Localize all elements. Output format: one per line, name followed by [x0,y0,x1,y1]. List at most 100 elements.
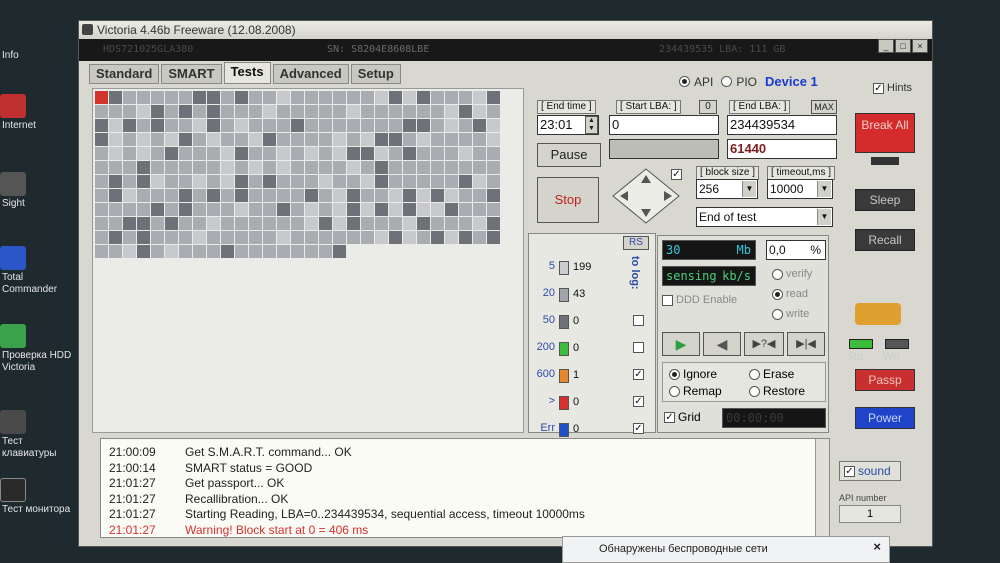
block-cell [249,245,262,258]
sound-checkbox[interactable]: ✓ [844,465,855,477]
to-log-checkbox[interactable]: ✓ [633,423,644,434]
reset-stats-button[interactable]: RS [623,236,649,250]
sleep-button[interactable]: Sleep [855,189,915,211]
end-lba-field[interactable]: 234439534 [727,115,837,135]
percent-value: 0,0 [769,243,786,257]
to-log-checkbox[interactable]: ✓ [633,369,644,380]
remap-radio[interactable] [669,385,680,397]
hints-toggle[interactable]: ✓ Hints [873,82,912,94]
verify-radio[interactable] [772,268,783,280]
block-cell [123,231,136,244]
device-label[interactable]: Device 1 [765,74,818,89]
write-radio[interactable] [772,308,783,320]
tab-tests[interactable]: Tests [223,62,271,84]
end-lba-max-button[interactable]: MAX [811,100,837,114]
close-icon[interactable]: × [873,539,881,554]
passport-button[interactable]: Passp [855,369,915,391]
block-cell [361,161,374,174]
log-scrollbar[interactable] [815,439,829,537]
pio-radio[interactable] [721,76,733,87]
ignore-radio[interactable] [669,368,680,380]
block-cell [193,147,206,160]
ddd-option[interactable]: DDD Enable [662,294,737,306]
start-lba-zero-button[interactable]: 0 [699,100,717,114]
block-cell [305,245,318,258]
to-log-checkbox[interactable]: ✓ [633,396,644,407]
pause-button[interactable]: Pause [537,143,601,167]
block-cell [165,161,178,174]
restore-option[interactable]: Restore [749,384,805,398]
verify-option[interactable]: verify [772,268,812,280]
minimize-button[interactable]: _ [878,39,894,53]
wireless-notification[interactable]: Обнаружены беспроводные сети × [562,536,890,563]
block-cell [235,105,248,118]
erase-option[interactable]: Erase [749,367,794,381]
desktop-icon-info[interactable]: Info [0,50,78,62]
write-option[interactable]: write [772,308,809,320]
desktop-icon-internet[interactable]: Internet [0,94,78,132]
tab-smart[interactable]: SMART [161,64,222,84]
stop-button[interactable]: Stop [537,177,599,223]
play-icon[interactable]: ▶ [662,332,700,356]
tab-setup[interactable]: Setup [350,64,401,84]
desktop-icon-total-commander[interactable]: Total Commander [0,246,78,296]
grid-option[interactable]: ✓ Grid [664,410,701,424]
end-lba-label: [ End LBA: ] [729,100,791,114]
block-cell [95,105,108,118]
block-cell [235,175,248,188]
api-number-stepper[interactable]: 1 [839,505,901,523]
to-log-checkbox[interactable] [633,342,644,353]
timeout-label: [ timeout,ms ] [767,166,836,180]
api-radio[interactable] [679,76,690,87]
title-bar[interactable]: Victoria 4.46b Freeware (12.08.2008) [79,21,932,39]
block-cell [137,231,150,244]
speed-value: sensing [666,269,717,283]
maximize-button[interactable]: □ [895,39,911,53]
desktop-icon-label: Info [2,50,19,61]
progress-panel: 30 Mb 0,0 % sensing kb/s verify DDD Enab… [657,235,829,433]
erase-radio[interactable] [749,368,760,380]
phone-icon[interactable] [855,303,901,325]
restore-radio[interactable] [749,385,760,397]
block-cell [137,245,150,258]
close-button[interactable]: × [912,39,928,53]
skip-unknown-icon[interactable]: ▶?◀ [744,332,784,356]
direction-checkbox[interactable]: ✓ [671,169,682,180]
block-cell [277,161,290,174]
to-log-checkbox[interactable] [633,315,644,326]
speed-unit: kb/s [722,269,751,283]
grid-checkbox[interactable]: ✓ [664,411,675,423]
end-time-spinner[interactable]: ▲ ▼ [585,116,598,134]
read-radio[interactable] [772,288,783,300]
hints-checkbox[interactable]: ✓ [873,82,884,94]
break-all-button[interactable]: Break All [855,113,915,153]
block-cell [277,217,290,230]
start-lba-field[interactable]: 0 [609,115,719,135]
end-of-test-select[interactable]: End of test ▼ [696,207,833,227]
block-cell [333,245,346,258]
ddd-checkbox[interactable] [662,294,673,306]
ignore-option[interactable]: Ignore [669,367,717,381]
skip-end-icon[interactable]: ▶|◀ [787,332,825,356]
back-icon[interactable]: ◀ [703,332,741,356]
block-cell [305,147,318,160]
remap-option[interactable]: Remap [669,384,722,398]
app-icon [82,24,93,35]
stat-count: 0 [573,423,580,435]
recall-button[interactable]: Recall [855,229,915,251]
tab-advanced[interactable]: Advanced [272,64,349,84]
desktop-icon-sight[interactable]: Sight [0,172,78,210]
tab-standard[interactable]: Standard [89,64,160,84]
read-option[interactable]: read [772,288,808,300]
power-button[interactable]: Power [855,407,915,429]
timeout-select[interactable]: 10000 ▼ [767,179,833,199]
block-size-select[interactable]: 256 ▼ [696,179,758,199]
block-cell [235,147,248,160]
grid-label: Grid [678,410,701,424]
desktop-icon-monitor-test[interactable]: Тест монитора [0,478,78,516]
block-cell [319,231,332,244]
block-cell [375,105,388,118]
sound-option[interactable]: ✓ sound [839,461,901,481]
desktop-icon-victoria[interactable]: Проверка HDD Victoria [0,324,78,374]
desktop-icon-keyboard-test[interactable]: Тест клавиатуры [0,410,78,460]
